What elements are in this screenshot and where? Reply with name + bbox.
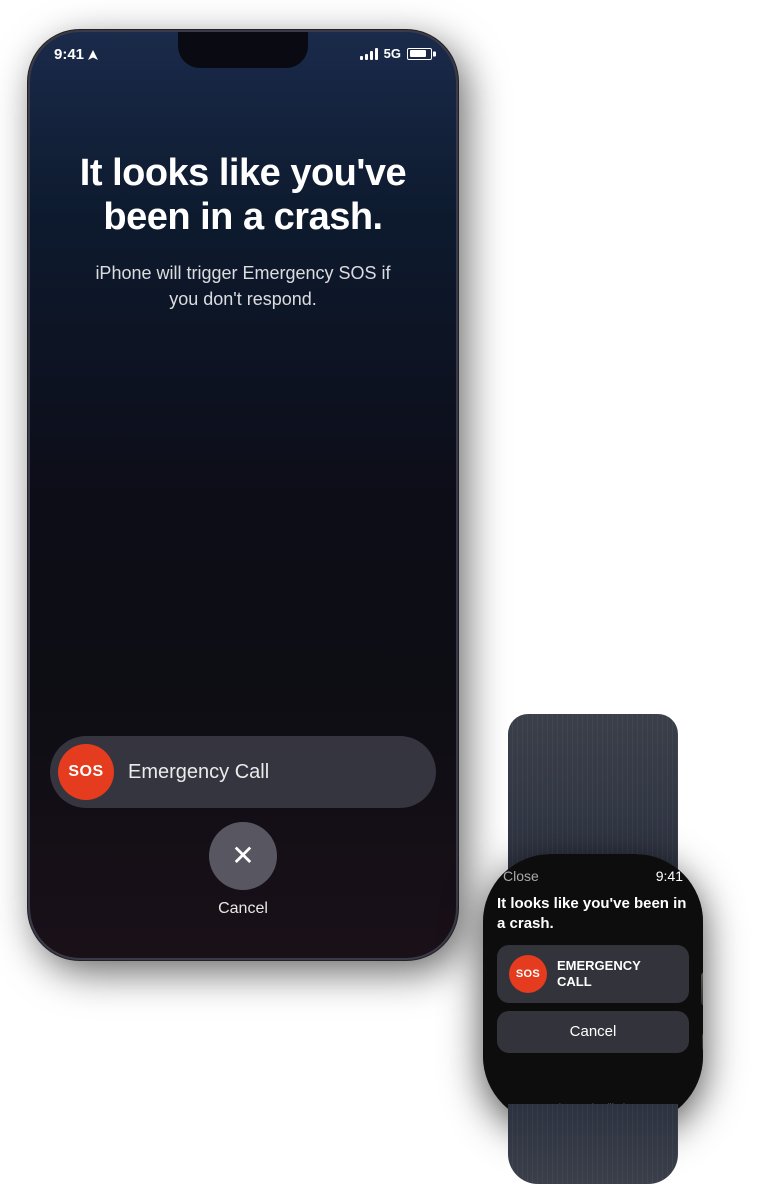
status-bar: 9:41 5G [30, 32, 456, 84]
watch-body: Close 9:41 It looks like you've been in … [483, 854, 703, 1124]
sos-badge-text: SOS [68, 763, 103, 781]
crash-subtitle: iPhone will trigger Emergency SOS if you… [60, 261, 426, 311]
cancel-label: Cancel [218, 900, 268, 918]
cancel-x-icon: ✕ [231, 842, 254, 870]
battery-fill [410, 50, 426, 57]
signal-bar-1 [360, 56, 363, 60]
status-right: 5G [360, 46, 432, 61]
crash-title: It looks like you've been in a crash. [60, 152, 426, 239]
signal-bar-3 [370, 51, 373, 60]
signal-bar-2 [365, 54, 368, 60]
watch-sos-button[interactable]: SOS EMERGENCY CALL [497, 945, 689, 1003]
watch-digital-crown[interactable] [701, 972, 703, 1006]
watch-side-button[interactable] [702, 1033, 703, 1051]
watch-cancel-label: Cancel [570, 1023, 617, 1040]
watch-content: It looks like you've been in a crash. SO… [483, 890, 703, 1099]
cancel-area: ✕ Cancel [209, 822, 277, 918]
time-text: 9:41 [54, 46, 84, 63]
signal-bars [360, 48, 378, 60]
watch-screen: Close 9:41 It looks like you've been in … [483, 854, 703, 1124]
watch-time: 9:41 [656, 868, 683, 884]
watch-sos-label: EMERGENCY CALL [557, 958, 677, 989]
watch-close-button[interactable]: Close [503, 868, 539, 884]
status-time: 9:41 [54, 46, 98, 63]
watch-cancel-button[interactable]: Cancel [497, 1011, 689, 1053]
signal-bar-4 [375, 48, 378, 60]
sos-slider-label: Emergency Call [128, 761, 269, 784]
sos-area: SOS Emergency Call [50, 736, 436, 808]
location-icon [88, 50, 98, 60]
scene: 9:41 5G [0, 0, 770, 1204]
sos-slider[interactable]: SOS Emergency Call [50, 736, 436, 808]
sos-badge: SOS [58, 744, 114, 800]
iphone-screen: 9:41 5G [30, 32, 456, 958]
watch-band-bottom [508, 1104, 678, 1184]
network-type: 5G [384, 46, 401, 61]
apple-watch-device: Close 9:41 It looks like you've been in … [438, 754, 748, 1184]
watch-sos-badge-text: SOS [516, 968, 540, 980]
cancel-button[interactable]: ✕ [209, 822, 277, 890]
battery-icon [407, 48, 432, 60]
watch-crash-title: It looks like you've been in a crash. [497, 894, 689, 933]
watch-band-top [508, 714, 678, 874]
watch-sos-badge: SOS [509, 955, 547, 993]
iphone-device: 9:41 5G [28, 30, 458, 960]
